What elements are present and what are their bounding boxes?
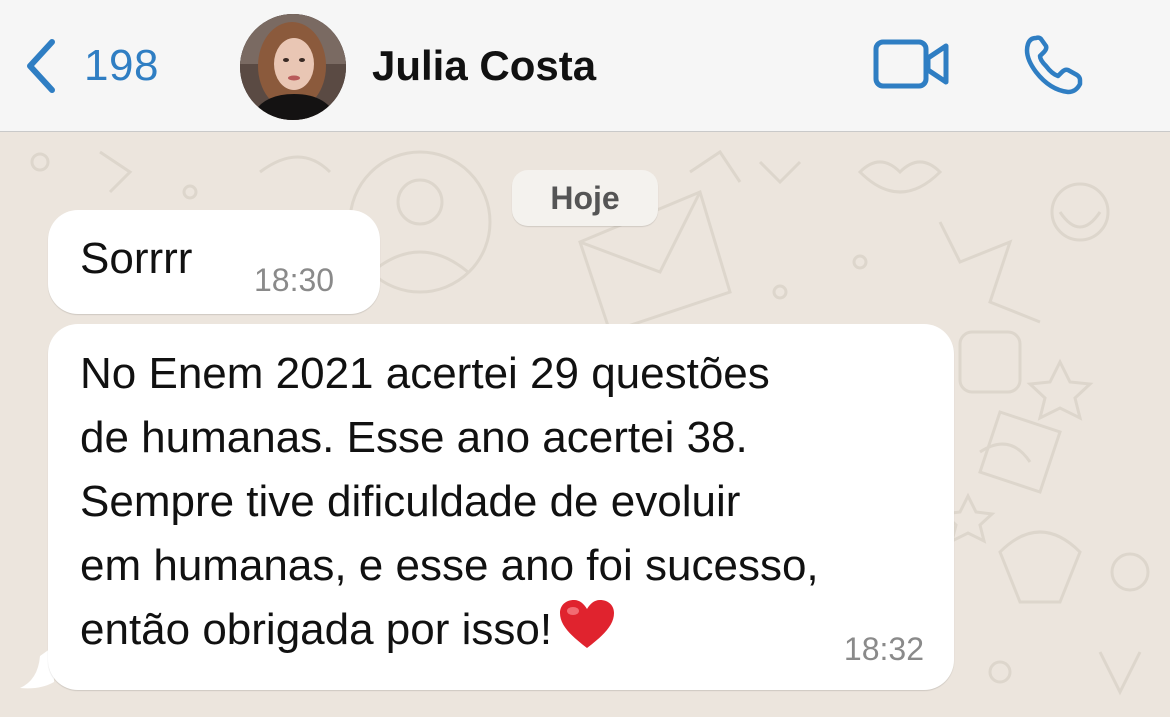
video-call-button[interactable]: [872, 36, 952, 97]
message-text: No Enem 2021 acertei 29 questões de huma…: [80, 342, 940, 662]
message-timestamp: 18:30: [254, 262, 335, 298]
video-camera-icon: [873, 39, 949, 89]
message-bubble[interactable]: No Enem 2021 acertei 29 questões de huma…: [48, 324, 954, 690]
message-text: Sorrrr: [80, 234, 193, 283]
chevron-left-icon: [27, 39, 55, 93]
phone-icon: [1024, 35, 1083, 95]
message-timestamp: 18:32: [843, 631, 924, 667]
contact-name[interactable]: Julia Costa: [372, 42, 596, 90]
red-heart-icon: [560, 600, 615, 648]
unread-count: 198: [84, 41, 159, 90]
message-bubble[interactable]: Sorrrr 18:30: [48, 210, 380, 314]
chat-screen: 198 Julia Costa Hoje Sorrrr 18:30 No Ene…: [0, 0, 1170, 717]
back-button[interactable]: 198: [22, 30, 159, 102]
chat-area[interactable]: Hoje Sorrrr 18:30 No Enem 2021 acertei 2…: [0, 132, 1170, 717]
message-body: No Enem 2021 acertei 29 questões de huma…: [80, 349, 819, 654]
date-separator: Hoje: [512, 170, 658, 226]
avatar[interactable]: [240, 14, 346, 120]
chat-header: 198 Julia Costa: [0, 0, 1170, 132]
voice-call-button[interactable]: [1022, 32, 1086, 101]
